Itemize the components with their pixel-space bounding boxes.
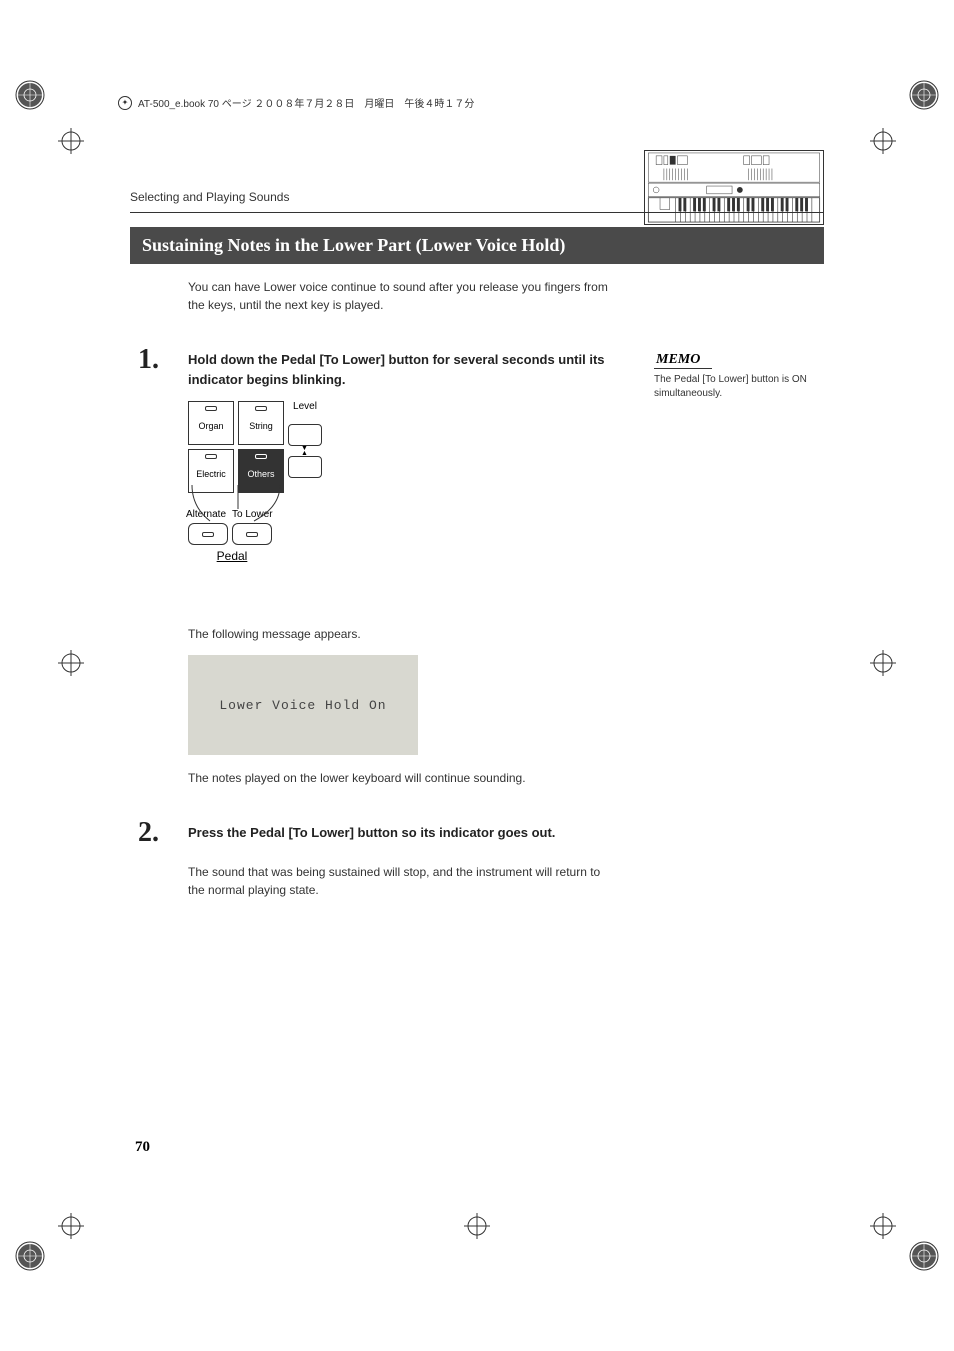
- step-2-body: The sound that was being sustained will …: [188, 863, 618, 899]
- panel-alternate-label: Alternate: [186, 509, 226, 520]
- step-2-instruction: Press the Pedal [To Lower] button so its…: [188, 823, 555, 843]
- panel-string-button: String: [238, 401, 284, 445]
- step-1-after-panel-text: The following message appears.: [188, 625, 618, 643]
- intro-text: You can have Lower voice continue to sou…: [188, 278, 618, 314]
- step-1-after-lcd-text: The notes played on the lower keyboard w…: [188, 769, 618, 787]
- section-title: Sustaining Notes in the Lower Part (Lowe…: [130, 227, 824, 264]
- color-target-top-left: [15, 80, 45, 110]
- page-number: 70: [135, 1139, 150, 1156]
- panel-alternate-button: [188, 523, 228, 545]
- panel-level-down-button: [288, 456, 322, 478]
- color-target-bottom-right: [909, 1241, 939, 1271]
- book-icon: ✦: [118, 96, 132, 110]
- lcd-text: Lower Voice Hold On: [219, 698, 386, 713]
- registration-mark: [58, 1213, 84, 1239]
- registration-mark: [58, 128, 84, 154]
- step-1-instruction: Hold down the Pedal [To Lower] button fo…: [188, 350, 608, 389]
- color-target-bottom-left: [15, 1241, 45, 1271]
- panel-pedal-label: Pedal: [188, 549, 276, 563]
- panel-tolower-label: To Lower: [232, 509, 273, 520]
- registration-mark: [870, 1213, 896, 1239]
- registration-mark: [464, 1213, 490, 1239]
- panel-button-diagram: Organ String Electric Others: [188, 401, 348, 601]
- panel-tolower-button: [232, 523, 272, 545]
- memo-label: MEMO: [654, 352, 712, 369]
- memo-text: The Pedal [To Lower] button is ON simult…: [654, 373, 824, 401]
- panel-others-button: Others: [238, 449, 284, 493]
- header-meta: ✦ AT-500_e.book 70 ページ ２００８年７月２８日 月曜日 午後…: [118, 95, 474, 110]
- registration-mark: [58, 650, 84, 676]
- registration-mark: [870, 650, 896, 676]
- panel-organ-button: Organ: [188, 401, 234, 445]
- step-2-number: 2.: [130, 817, 170, 849]
- color-target-top-right: [909, 80, 939, 110]
- panel-electric-button: Electric: [188, 449, 234, 493]
- step-1-number: 1.: [130, 344, 170, 376]
- keyboard-panel-diagram: [644, 150, 824, 225]
- lcd-display: Lower Voice Hold On: [188, 655, 418, 755]
- panel-level-up-button: [288, 424, 322, 446]
- step-2: 2. Press the Pedal [To Lower] button so …: [130, 817, 824, 849]
- panel-level-label: Level: [293, 401, 317, 412]
- header-meta-text: AT-500_e.book 70 ページ ２００８年７月２８日 月曜日 午後４時…: [138, 95, 474, 110]
- memo-box: MEMO The Pedal [To Lower] button is ON s…: [654, 350, 824, 401]
- registration-mark: [870, 128, 896, 154]
